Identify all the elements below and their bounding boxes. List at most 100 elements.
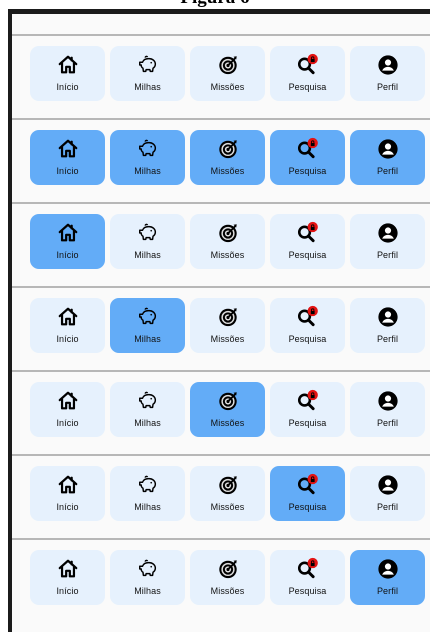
tab-milhas[interactable]: Milhas bbox=[110, 130, 185, 185]
piggy-bank-icon bbox=[136, 221, 160, 245]
user-icon bbox=[376, 473, 400, 497]
tab-inicio[interactable]: Início bbox=[30, 550, 105, 605]
tab-inicio[interactable]: Início bbox=[30, 130, 105, 185]
tab-label: Milhas bbox=[134, 250, 161, 260]
tab-missoes[interactable]: Missões bbox=[190, 550, 265, 605]
search-locked-icon bbox=[296, 221, 320, 245]
tab-label: Pesquisa bbox=[288, 418, 327, 428]
piggy-bank-icon bbox=[136, 557, 160, 581]
tab-label: Missões bbox=[210, 166, 245, 176]
tab-perfil[interactable]: Perfil bbox=[350, 298, 425, 353]
tab-pesquisa[interactable]: Pesquisa bbox=[270, 214, 345, 269]
tab-milhas[interactable]: Milhas bbox=[110, 214, 185, 269]
user-icon bbox=[376, 389, 400, 413]
piggy-bank-icon bbox=[136, 473, 160, 497]
tab-label: Milhas bbox=[134, 586, 161, 596]
tab-milhas[interactable]: Milhas bbox=[110, 466, 185, 521]
tab-label: Perfil bbox=[376, 250, 399, 260]
tab-milhas[interactable]: Milhas bbox=[110, 382, 185, 437]
tab-label: Missões bbox=[210, 250, 245, 260]
tabbar-variant-inicio-active: Início Milhas Missões Pesquisa Perfil bbox=[12, 202, 430, 286]
tab-perfil[interactable]: Perfil bbox=[350, 130, 425, 185]
tab-label: Missões bbox=[210, 418, 245, 428]
home-icon bbox=[56, 53, 80, 77]
tab-label: Perfil bbox=[376, 82, 399, 92]
home-icon bbox=[56, 137, 80, 161]
tab-label: Milhas bbox=[134, 166, 161, 176]
tab-label: Milhas bbox=[134, 418, 161, 428]
piggy-bank-icon bbox=[136, 137, 160, 161]
tab-inicio[interactable]: Início bbox=[30, 46, 105, 101]
target-icon bbox=[216, 53, 240, 77]
user-icon bbox=[376, 557, 400, 581]
home-icon bbox=[56, 221, 80, 245]
search-locked-icon bbox=[296, 305, 320, 329]
tab-milhas[interactable]: Milhas bbox=[110, 550, 185, 605]
tab-label: Milhas bbox=[134, 502, 161, 512]
variants-screen: Início Milhas Missões Pesquisa Perfil Início M… bbox=[12, 14, 430, 632]
tab-label: Missões bbox=[210, 586, 245, 596]
tabbar-variant-pesquisa-active: Início Milhas Missões Pesquisa Perfil bbox=[12, 454, 430, 538]
tab-label: Milhas bbox=[134, 334, 161, 344]
tab-bar: Início Milhas Missões Pesquisa Perfil bbox=[30, 214, 425, 269]
tab-label: Missões bbox=[210, 82, 245, 92]
target-icon bbox=[216, 557, 240, 581]
user-icon bbox=[376, 53, 400, 77]
tabbar-variant-missoes-active: Início Milhas Missões Pesquisa Perfil bbox=[12, 370, 430, 454]
tab-milhas[interactable]: Milhas bbox=[110, 298, 185, 353]
tab-bar: Início Milhas Missões Pesquisa Perfil bbox=[30, 130, 425, 185]
search-locked-icon bbox=[296, 473, 320, 497]
tab-inicio[interactable]: Início bbox=[30, 466, 105, 521]
tab-pesquisa[interactable]: Pesquisa bbox=[270, 550, 345, 605]
tab-perfil[interactable]: Perfil bbox=[350, 46, 425, 101]
piggy-bank-icon bbox=[136, 305, 160, 329]
tabbar-variant-milhas-active: Início Milhas Missões Pesquisa Perfil bbox=[12, 286, 430, 370]
tab-missoes[interactable]: Missões bbox=[190, 130, 265, 185]
tab-pesquisa[interactable]: Pesquisa bbox=[270, 466, 345, 521]
tab-label: Início bbox=[56, 334, 79, 344]
tab-label: Início bbox=[56, 250, 79, 260]
tab-label: Perfil bbox=[376, 334, 399, 344]
tab-label: Pesquisa bbox=[288, 250, 327, 260]
target-icon bbox=[216, 389, 240, 413]
tab-perfil[interactable]: Perfil bbox=[350, 214, 425, 269]
search-locked-icon bbox=[296, 137, 320, 161]
tab-label: Perfil bbox=[376, 166, 399, 176]
target-icon bbox=[216, 137, 240, 161]
tab-perfil[interactable]: Perfil bbox=[350, 550, 425, 605]
tab-pesquisa[interactable]: Pesquisa bbox=[270, 130, 345, 185]
tab-milhas[interactable]: Milhas bbox=[110, 46, 185, 101]
user-icon bbox=[376, 137, 400, 161]
tab-inicio[interactable]: Início bbox=[30, 382, 105, 437]
target-icon bbox=[216, 473, 240, 497]
tabbar-variant-perfil-active: Início Milhas Missões Pesquisa Perfil bbox=[12, 538, 430, 622]
tab-perfil[interactable]: Perfil bbox=[350, 382, 425, 437]
tab-pesquisa[interactable]: Pesquisa bbox=[270, 46, 345, 101]
tab-label: Perfil bbox=[376, 502, 399, 512]
tab-bar: Início Milhas Missões Pesquisa Perfil bbox=[30, 550, 425, 605]
target-icon bbox=[216, 305, 240, 329]
tab-label: Pesquisa bbox=[288, 334, 327, 344]
tab-inicio[interactable]: Início bbox=[30, 214, 105, 269]
tab-bar: Início Milhas Missões Pesquisa Perfil bbox=[30, 382, 425, 437]
tab-label: Perfil bbox=[376, 418, 399, 428]
search-locked-icon bbox=[296, 53, 320, 77]
tab-missoes[interactable]: Missões bbox=[190, 466, 265, 521]
tab-pesquisa[interactable]: Pesquisa bbox=[270, 298, 345, 353]
piggy-bank-icon bbox=[136, 389, 160, 413]
tab-label: Início bbox=[56, 166, 79, 176]
home-icon bbox=[56, 557, 80, 581]
tab-missoes[interactable]: Missões bbox=[190, 382, 265, 437]
tab-missoes[interactable]: Missões bbox=[190, 46, 265, 101]
tab-label: Missões bbox=[210, 502, 245, 512]
tab-label: Início bbox=[56, 586, 79, 596]
tab-missoes[interactable]: Missões bbox=[190, 214, 265, 269]
tab-missoes[interactable]: Missões bbox=[190, 298, 265, 353]
tab-bar: Início Milhas Missões Pesquisa Perfil bbox=[30, 298, 425, 353]
target-icon bbox=[216, 221, 240, 245]
search-locked-icon bbox=[296, 389, 320, 413]
tab-inicio[interactable]: Início bbox=[30, 298, 105, 353]
tab-perfil[interactable]: Perfil bbox=[350, 466, 425, 521]
tab-pesquisa[interactable]: Pesquisa bbox=[270, 382, 345, 437]
user-icon bbox=[376, 305, 400, 329]
